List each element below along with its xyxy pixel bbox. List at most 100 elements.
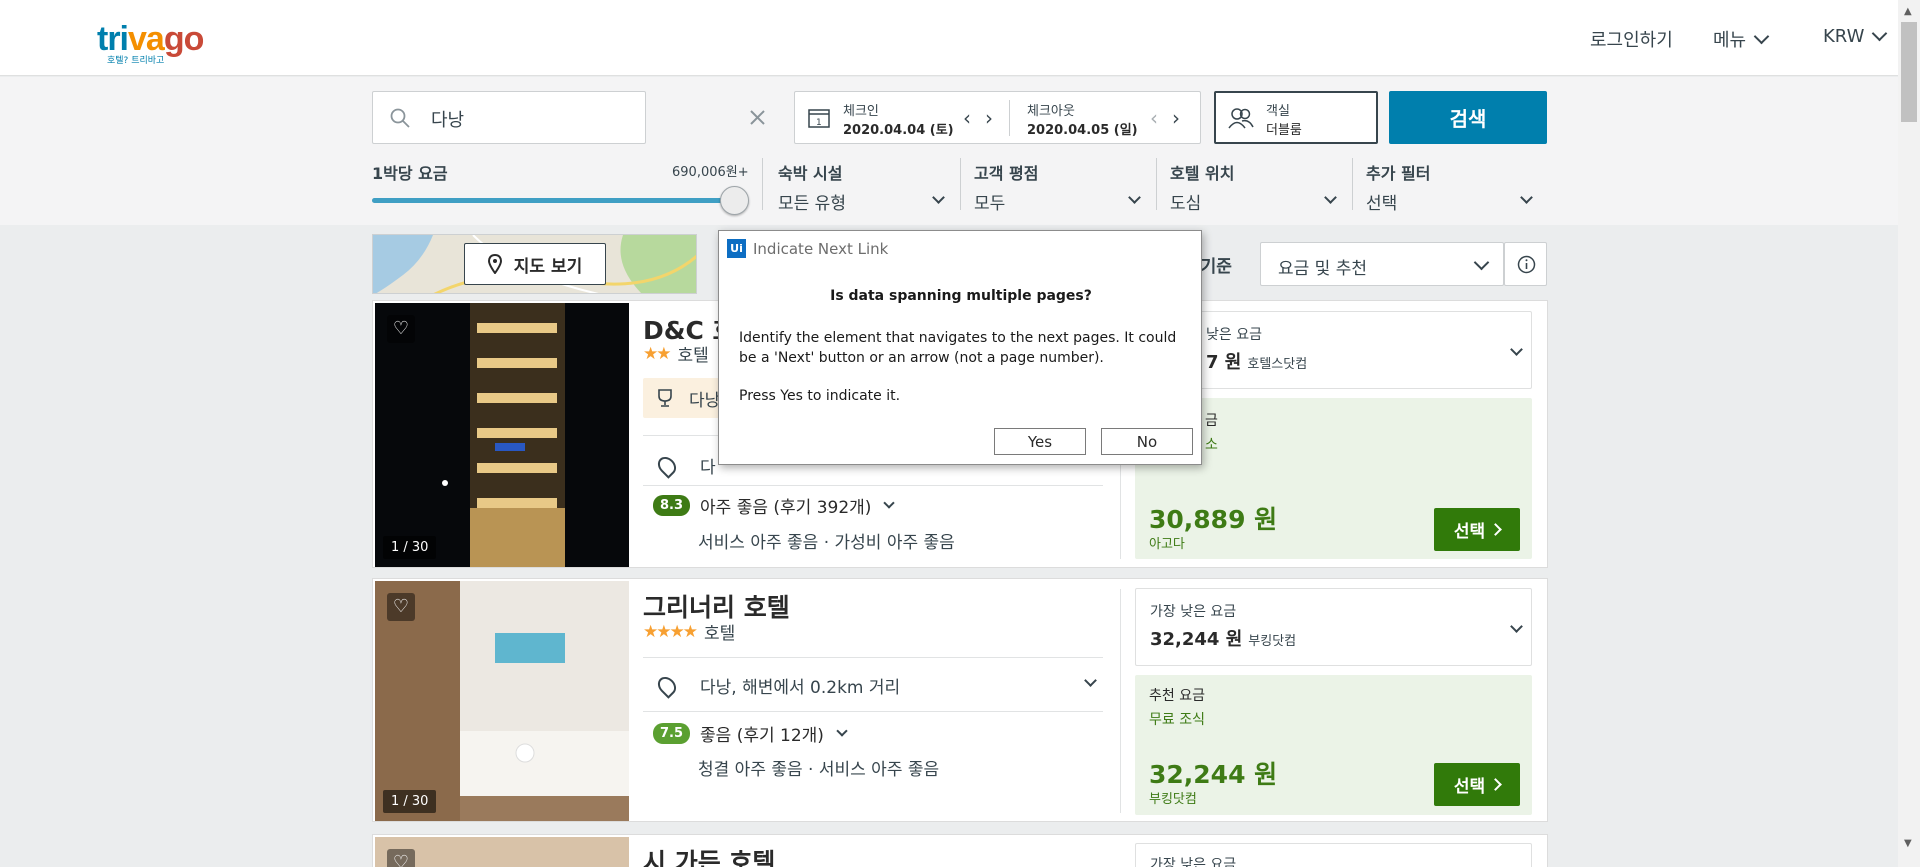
sort-info-button[interactable] [1504,242,1547,286]
recommended-price-box[interactable]: 추천 요금 무료 조식 32,244 원 부킹닷컴 선택 [1135,675,1532,815]
hotel-type: 호텔 [677,346,709,366]
destination-input[interactable]: 다낭 [431,106,464,132]
scroll-up-arrow-icon[interactable]: ▲ [1904,6,1912,17]
hotel-photo[interactable]: ♡ [375,837,629,867]
menu-label: 메뉴 [1713,30,1747,51]
checkout-label: 체크아웃 [1027,104,1075,119]
location-text: 다 [700,458,716,478]
chevron-down-icon [1510,620,1523,633]
dialog-question: Is data spanning multiple pages? [830,288,1092,304]
map-view-button[interactable]: 지도 보기 [464,243,606,285]
checkout[interactable]: 체크아웃 2020.04.05 (일) [1027,100,1138,138]
hotel-rating[interactable]: 7.5 좋음 (후기 12개) [653,721,848,746]
search-button[interactable]: 검색 [1389,91,1547,144]
checkin-next-arrow-icon[interactable]: › [985,106,993,130]
checkout-next-arrow-icon[interactable]: › [1172,106,1180,130]
trivago-logo[interactable]: trivago 호텔? 트리바고 [97,22,204,66]
hotel-type: 호텔 [703,624,736,644]
favorite-heart-icon[interactable]: ♡ [387,849,415,867]
chevron-down-icon [1753,28,1770,44]
lowest-price-box[interactable]: 가장 낮은 요금 [1135,843,1532,867]
top-header: trivago 호텔? 트리바고 로그인하기 메뉴 KRW [0,0,1898,76]
select-label: 선택 [1453,777,1486,797]
lowest-price: 7 원 [1206,352,1242,373]
favorite-heart-icon[interactable]: ♡ [387,593,415,621]
lowest-price-site: 호텔스닷컴 [1247,357,1308,372]
filter-divider [762,158,763,210]
checkout-prev-arrow-icon[interactable]: ‹ [1150,106,1158,130]
price-filter-label: 1박당 요금 [372,164,448,183]
select-label: 선택 [1453,522,1486,542]
sort-dropdown[interactable]: 요금 및 추천 [1260,242,1504,286]
select-deal-button[interactable]: 선택 [1434,763,1520,806]
chevron-right-icon [1489,778,1503,791]
dialog-instruction: Press Yes to indicate it. [739,388,901,404]
destination-field[interactable]: 다낭 [372,91,765,144]
menu-dropdown[interactable]: 메뉴 [1713,26,1770,52]
checkin-label: 체크인 [843,104,879,119]
recommended-price: 30,889 원 [1149,505,1278,534]
map-view-label: 지도 보기 [513,256,583,277]
hotel-photo[interactable]: ♡ 1 / 30 [375,303,629,567]
more-filters-label: 추가 필터 [1366,164,1431,183]
filter-divider [1352,158,1353,210]
hotel-name[interactable]: 시 가든 호텔 [643,843,775,867]
price-slider-track[interactable] [372,198,734,203]
recommended-site: 부킹닷컴 [1149,792,1197,807]
map-preview[interactable]: 지도 보기 [372,234,697,294]
price-slider-fill [372,198,734,203]
checkin[interactable]: 체크인 2020.04.04 (토) [843,100,954,138]
rating-score-badge: 8.3 [653,495,691,516]
page-scrollbar[interactable]: ▲ ▼ [1898,0,1920,867]
hotel-location[interactable]: 다 [643,452,716,479]
rating-filter[interactable]: 고객 평점 모두 [974,160,1144,214]
currency-dropdown[interactable]: KRW [1823,25,1888,47]
lowest-price-label: 가장 낮은 요금 [1150,857,1237,867]
location-pin-icon [654,672,680,699]
hotel-location[interactable]: 다낭, 해변에서 0.2km 거리 [643,672,1103,699]
hotel-card[interactable]: ♡ 1 / 30 그리너리 호텔 ★★★★ 호텔 다낭, 해변에서 0.2km … [372,578,1548,822]
lodging-filter[interactable]: 숙박 시설 모든 유형 [778,160,948,214]
clear-icon[interactable] [749,109,766,126]
uipath-logo-icon: Ui [727,239,746,258]
recommended-label: 금 [1205,413,1218,429]
hotel-card[interactable]: ♡ 시 가든 호텔 가장 낮은 요금 [372,834,1548,867]
sort-value: 요금 및 추천 [1278,259,1368,279]
separator [643,657,1103,658]
dialog-title: Indicate Next Link [753,240,889,258]
hotel-photo[interactable]: ♡ 1 / 30 [375,581,629,821]
recommended-label: 추천 요금 [1149,688,1205,704]
select-deal-button[interactable]: 선택 [1434,508,1520,551]
yes-button[interactable]: Yes [994,428,1086,455]
guests-field[interactable]: 객실 더블룸 [1214,91,1378,144]
separator [643,485,1103,486]
hotel-class: ★★ 호텔 [643,341,709,367]
login-link[interactable]: 로그인하기 [1590,26,1673,52]
hotel-rating[interactable]: 8.3 아주 좋음 (후기 392개) [653,493,896,518]
rating-highlights: 청결 아주 좋음 · 서비스 아주 좋음 [698,760,940,780]
chevron-down-icon [1510,343,1523,356]
trophy-icon [658,389,672,407]
price-filter-value: 690,006원+ [672,165,749,180]
no-button[interactable]: No [1101,428,1193,455]
rating-text: 좋음 (후기 12개) [700,726,824,746]
award-text: 다낭 [689,390,721,411]
guests-label: 객실 [1266,104,1290,119]
search-icon [390,108,410,128]
calendar-icon: 1 [808,109,830,128]
scroll-down-arrow-icon[interactable]: ▼ [1904,838,1912,849]
lowest-price-box[interactable]: 가장 낮은 요금 32,244 원 부킹닷컴 [1135,588,1532,666]
location-filter[interactable]: 호텔 위치 도심 [1170,160,1340,214]
logo-tagline: 호텔? 트리바고 [107,56,165,66]
scrollbar-thumb[interactable] [1901,22,1917,122]
checkin-prev-arrow-icon[interactable]: ‹ [963,106,971,130]
favorite-heart-icon[interactable]: ♡ [387,315,415,343]
calendar-day: 1 [816,118,822,128]
date-picker[interactable]: 1 체크인 2020.04.04 (토) ‹ › 체크아웃 2020.04.05… [794,91,1201,144]
more-filters[interactable]: 추가 필터 선택 [1366,160,1536,214]
checkin-date: 2020.04.04 (토) [843,123,954,138]
price-slider-handle[interactable] [720,186,749,215]
location-text: 다낭, 해변에서 0.2km 거리 [700,678,901,698]
rating-text: 아주 좋음 (후기 392개) [700,498,872,518]
map-pin-icon [487,254,502,274]
